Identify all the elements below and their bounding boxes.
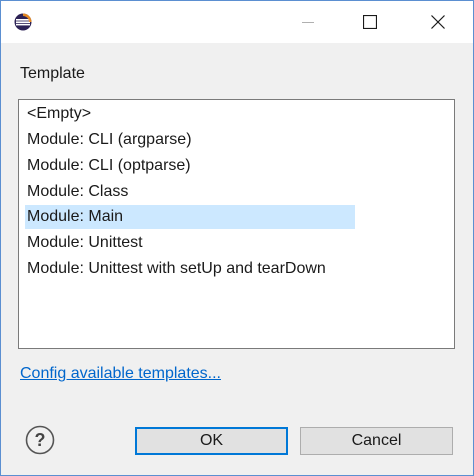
template-list[interactable]: <Empty> Module: CLI (argparse) Module: C… xyxy=(18,99,455,349)
ok-button[interactable]: OK xyxy=(135,427,288,455)
template-label: Template xyxy=(20,65,85,82)
list-item-empty[interactable]: <Empty> xyxy=(25,102,93,126)
list-item-unittest-setup-teardown[interactable]: Module: Unittest with setUp and tearDown xyxy=(25,257,328,281)
minimize-button[interactable] xyxy=(285,1,331,43)
title-bar xyxy=(1,1,473,43)
svg-text:?: ? xyxy=(35,430,46,450)
list-item-class[interactable]: Module: Class xyxy=(25,180,130,204)
list-item-cli-argparse[interactable]: Module: CLI (argparse) xyxy=(25,128,194,152)
maximize-icon xyxy=(363,15,377,29)
list-item-main[interactable]: Module: Main xyxy=(25,205,355,229)
help-icon[interactable]: ? xyxy=(25,425,55,455)
eclipse-icon xyxy=(14,13,32,31)
list-item-cli-optparse[interactable]: Module: CLI (optparse) xyxy=(25,154,193,178)
cancel-button[interactable]: Cancel xyxy=(300,427,453,455)
close-button[interactable] xyxy=(415,1,461,43)
minimize-icon xyxy=(302,22,314,23)
close-icon xyxy=(431,15,445,29)
list-item-unittest[interactable]: Module: Unittest xyxy=(25,231,145,255)
config-templates-link[interactable]: Config available templates... xyxy=(20,365,221,383)
maximize-button[interactable] xyxy=(347,1,393,43)
dialog-window: Template <Empty> Module: CLI (argparse) … xyxy=(0,0,474,476)
